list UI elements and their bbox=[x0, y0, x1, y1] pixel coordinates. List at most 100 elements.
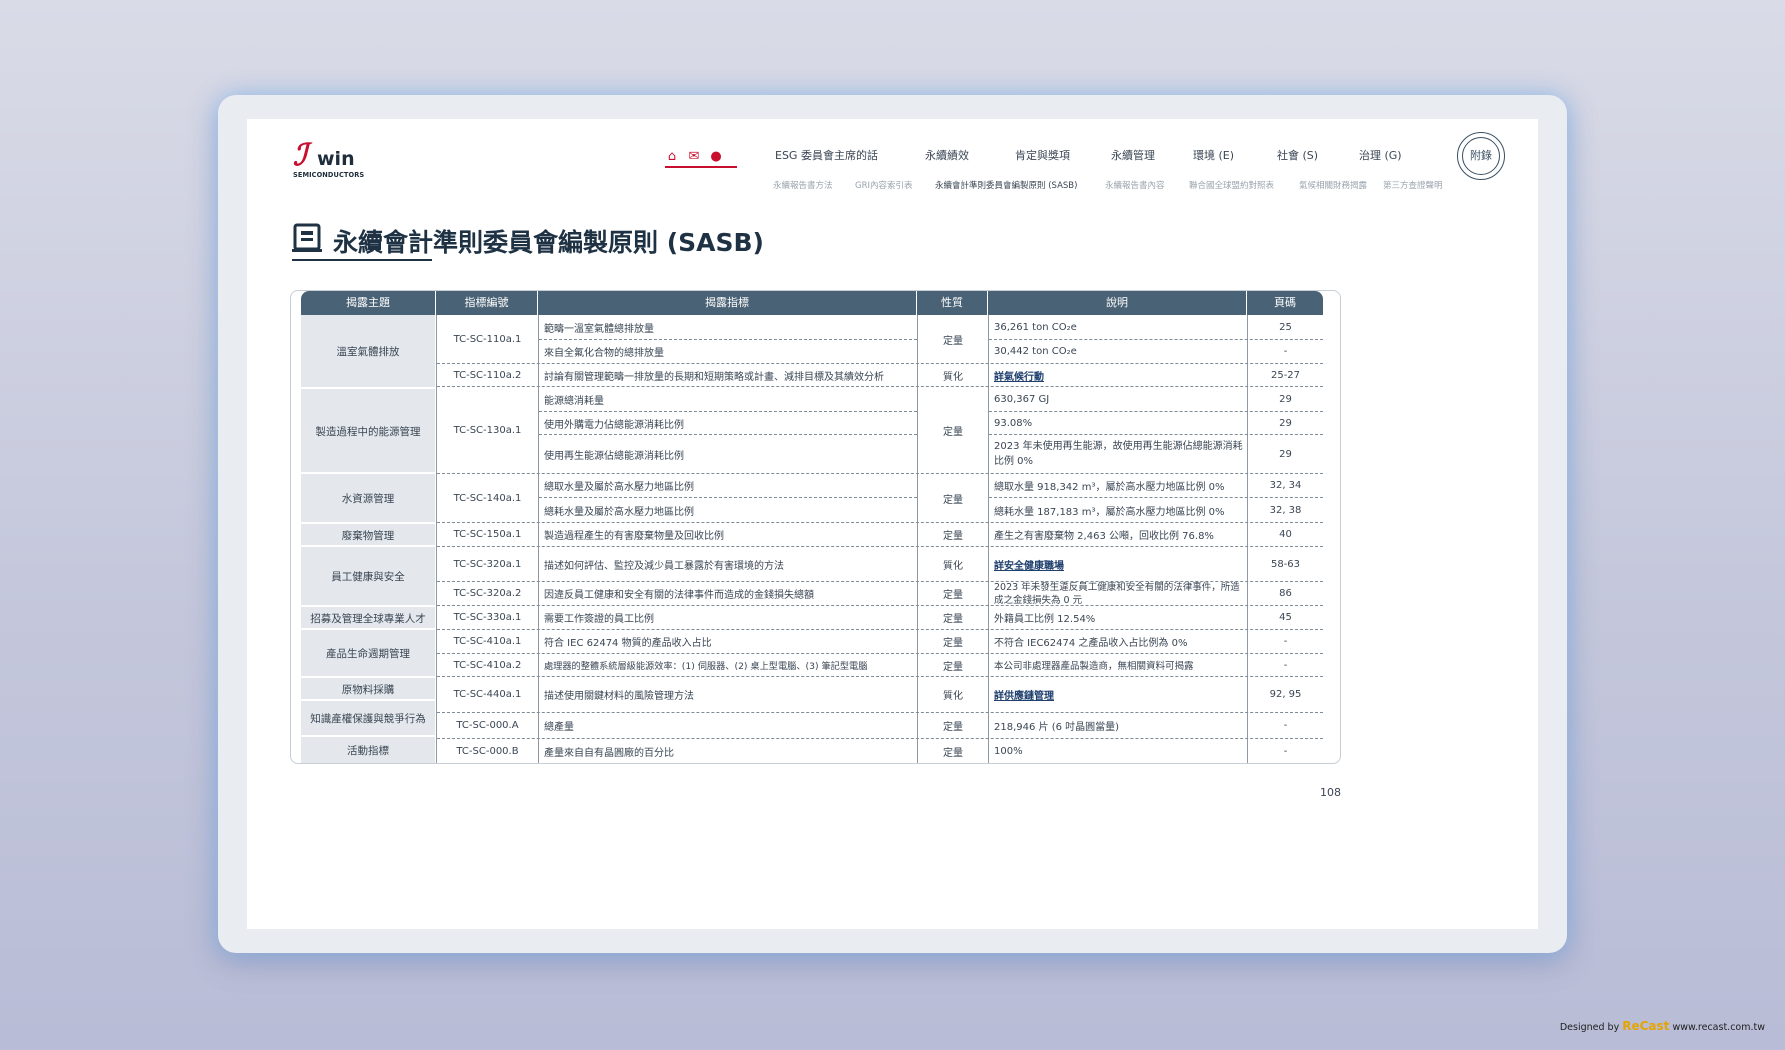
cell-code: TC-SC-130a.1 bbox=[453, 424, 522, 436]
subnav-report-content[interactable]: 永續報告書內容 bbox=[1105, 179, 1165, 191]
cell-page: - bbox=[1283, 346, 1288, 357]
nav-item-environment[interactable]: 環境 (E) bbox=[1193, 147, 1234, 163]
cell-description: 2023 年未發生違反員工健康和安全有關的法律事件，所造成之金錢損失為 0 元 bbox=[994, 581, 1240, 606]
table-header: 揭露主題 指標編號 揭露指標 性質 說明 頁碼 bbox=[301, 291, 1323, 315]
report-page: ℐ win SEMICONDUCTORS ⌂ ✉ ● ESG 委員會主席的話 永續績… bbox=[247, 119, 1538, 929]
nav-item-esg-chair[interactable]: ESG 委員會主席的話 bbox=[775, 147, 878, 163]
link-climate-action[interactable]: 詳氣候行動 bbox=[989, 364, 1244, 386]
cell-code: TC-SC-330a.1 bbox=[453, 612, 522, 623]
subnav-assurance[interactable]: 第三方查證聲明 bbox=[1383, 179, 1443, 191]
cell-metric: 產量來自自有晶圓廠的百分比 bbox=[544, 747, 674, 759]
nav-item-social[interactable]: 社會 (S) bbox=[1277, 147, 1318, 163]
cell-description: 產生之有害廢棄物 2,463 公噸，回收比例 76.8% bbox=[994, 531, 1214, 542]
header-description: 說明 bbox=[1106, 296, 1128, 309]
cell-description: 218,946 片 (6 吋晶圓當量) bbox=[994, 722, 1120, 733]
cell-page: - bbox=[1283, 636, 1288, 647]
cell-code: TC-SC-150a.1 bbox=[453, 529, 522, 540]
subnav-tcfd[interactable]: 氣候相關財務揭露 bbox=[1299, 179, 1367, 191]
appendix-label: 附錄 bbox=[1470, 149, 1492, 162]
cell-metric: 總取水量及屬於高水壓力地區比例 bbox=[544, 482, 694, 493]
company-logo[interactable]: ℐ win SEMICONDUCTORS bbox=[293, 141, 373, 181]
header-topic: 揭露主題 bbox=[346, 296, 390, 309]
cell-page: 32, 34 bbox=[1269, 480, 1302, 491]
cell-nature: 質化 bbox=[943, 560, 963, 572]
logo-wordmark: win bbox=[317, 148, 355, 170]
cell-metric: 需要工作簽證的員工比例 bbox=[544, 614, 654, 625]
home-icon[interactable]: ⌂ bbox=[665, 150, 679, 164]
cell-nature: 定量 bbox=[943, 426, 963, 438]
globe-icon[interactable]: ● bbox=[709, 150, 723, 164]
link-supply-chain[interactable]: 詳供應鏈管理 bbox=[989, 677, 1244, 712]
subnav-report-method[interactable]: 永續報告書方法 bbox=[773, 179, 833, 191]
cell-code: TC-SC-140a.1 bbox=[453, 492, 522, 504]
cell-description: 30,442 ton CO₂e bbox=[994, 346, 1077, 357]
appendix-badge[interactable]: 附錄 bbox=[1457, 132, 1505, 180]
cell-metric: 使用再生能源佔總能源消耗比例 bbox=[544, 450, 684, 462]
cell-description: 本公司非處理器產品製造商，無相關資料可揭露 bbox=[994, 661, 1194, 672]
mail-icon[interactable]: ✉ bbox=[687, 150, 701, 164]
cell-code: TC-SC-410a.2 bbox=[453, 659, 522, 671]
nav-item-governance[interactable]: 治理 (G) bbox=[1359, 147, 1402, 163]
title-underline bbox=[292, 259, 432, 261]
cell-metric: 來自全氟化合物的總排放量 bbox=[544, 348, 664, 359]
subnav-sasb[interactable]: 永續會計準則委員會編製原則 (SASB) bbox=[935, 179, 1077, 191]
credit-prefix: Designed by bbox=[1559, 1022, 1620, 1033]
cell-metric: 因違反員工健康和安全有關的法律事件而造成的金錢損失總額 bbox=[544, 590, 814, 601]
cell-code: TC-SC-320a.2 bbox=[453, 588, 522, 599]
nav-item-performance[interactable]: 永續績效 bbox=[925, 147, 969, 163]
cell-metric: 處理器的整體系統層級能源效率：(1) 伺服器、(2) 桌上型電腦、(3) 筆記型… bbox=[544, 661, 868, 672]
header-nature: 性質 bbox=[941, 296, 963, 309]
cell-description: 外籍員工比例 12.54% bbox=[994, 614, 1096, 625]
subnav-ungc[interactable]: 聯合國全球盟約對照表 bbox=[1189, 179, 1274, 191]
topic-ghg: 溫室氣體排放 bbox=[336, 346, 400, 358]
cell-page: 32, 38 bbox=[1269, 504, 1302, 516]
cell-metric: 總耗水量及屬於高水壓力地區比例 bbox=[544, 506, 694, 518]
cell-metric: 討論有關管理範疇一排放量的長期和短期策略或計畫、減排目標及其績效分析 bbox=[544, 371, 884, 383]
page-number: 108 bbox=[1320, 786, 1341, 799]
cell-page: 58-63 bbox=[1270, 558, 1301, 570]
cell-code: TC-SC-000.A bbox=[456, 720, 519, 731]
topic-product-lifecycle: 產品生命週期管理 bbox=[326, 648, 410, 660]
nav-item-sustainability-mgmt[interactable]: 永續管理 bbox=[1111, 147, 1155, 163]
link-safe-workplace[interactable]: 詳安全健康職場 bbox=[989, 547, 1244, 581]
topic-health-safety: 員工健康與安全 bbox=[331, 571, 405, 583]
document-icon bbox=[292, 223, 322, 252]
cell-page: 25-27 bbox=[1270, 369, 1301, 381]
cell-nature: 質化 bbox=[943, 691, 963, 702]
cell-metric: 描述使用關鍵材料的風險管理方法 bbox=[544, 691, 694, 702]
cell-page: 92, 95 bbox=[1269, 689, 1302, 700]
credit-url[interactable]: www.recast.com.tw bbox=[1672, 1022, 1765, 1033]
cell-page: 40 bbox=[1279, 529, 1292, 540]
cell-page: 29 bbox=[1279, 393, 1292, 405]
cell-description: 總取水量 918,342 m³，屬於高水壓力地區比例 0% bbox=[994, 482, 1225, 493]
cell-nature: 定量 bbox=[943, 722, 963, 733]
nav-icon-group: ⌂ ✉ ● bbox=[665, 145, 737, 168]
subnav-gri-index[interactable]: GRI內容索引表 bbox=[855, 179, 913, 191]
cell-page: 29 bbox=[1279, 417, 1292, 429]
cell-code: TC-SC-000.B bbox=[456, 745, 519, 757]
cell-metric: 符合 IEC 62474 物質的產品收入占比 bbox=[544, 638, 712, 649]
topic-sourcing: 原物料採購 bbox=[341, 683, 395, 696]
cell-description: 36,261 ton CO₂e bbox=[994, 321, 1077, 333]
topic-column: 溫室氣體排放 製造過程中的能源管理 水資源管理 廢棄物管理 員工健康與安全 招募… bbox=[301, 315, 435, 763]
cell-code: TC-SC-110a.2 bbox=[453, 369, 522, 381]
header-page: 頁碼 bbox=[1274, 296, 1296, 309]
cell-description: 總耗水量 187,183 m³，屬於高水壓力地區比例 0% bbox=[994, 506, 1225, 518]
cell-page: 86 bbox=[1279, 588, 1292, 599]
report-frame: ℐ win SEMICONDUCTORS ⌂ ✉ ● ESG 委員會主席的話 永續績… bbox=[218, 95, 1567, 953]
topic-waste: 廢棄物管理 bbox=[341, 529, 395, 542]
cell-metric: 製造過程產生的有害廢棄物量及回收比例 bbox=[544, 531, 724, 542]
cell-nature: 質化 bbox=[943, 371, 963, 383]
cell-page: 29 bbox=[1279, 448, 1292, 460]
cell-metric: 範疇一溫室氣體總排放量 bbox=[544, 323, 654, 335]
logo-subtitle: SEMICONDUCTORS bbox=[293, 171, 365, 179]
cell-description: 100% bbox=[994, 745, 1023, 757]
header-code: 指標編號 bbox=[464, 296, 509, 309]
cell-code: TC-SC-320a.1 bbox=[453, 558, 522, 570]
cell-description: 93.08% bbox=[994, 417, 1033, 429]
cell-metric: 總產量 bbox=[544, 722, 574, 733]
topic-water: 水資源管理 bbox=[341, 493, 395, 505]
nav-item-awards[interactable]: 肯定與獎項 bbox=[1015, 147, 1070, 163]
cell-description: 不符合 IEC62474 之產品收入占比例為 0% bbox=[994, 638, 1188, 649]
cell-nature: 定量 bbox=[943, 747, 963, 759]
